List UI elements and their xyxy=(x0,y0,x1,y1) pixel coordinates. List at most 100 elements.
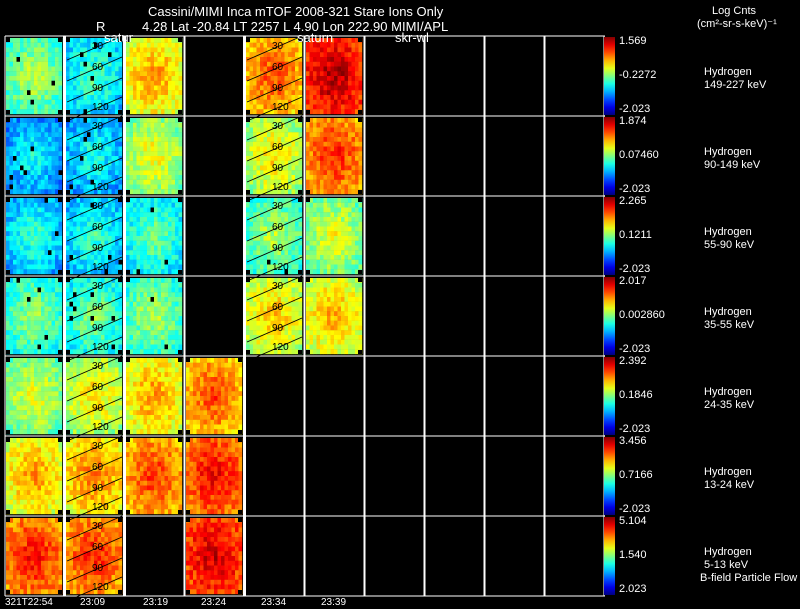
heatmap-cell xyxy=(34,175,38,180)
heatmap-cell xyxy=(267,104,271,110)
heatmap-cell xyxy=(246,226,250,232)
heatmap-cell xyxy=(30,301,35,307)
heatmap-cell xyxy=(16,66,21,72)
heatmap-cell xyxy=(6,287,10,293)
heatmap-cell xyxy=(309,118,314,123)
heatmap-cell xyxy=(30,151,35,157)
heatmap-cell xyxy=(246,127,250,133)
heatmap-cell xyxy=(16,264,21,270)
heatmap-cell xyxy=(55,99,59,105)
heatmap-cell xyxy=(37,61,42,67)
heatmap-cell xyxy=(143,306,148,312)
heatmap-cell xyxy=(313,287,317,293)
heatmap-cell xyxy=(6,320,10,326)
heatmap-cell xyxy=(44,66,49,72)
heatmap-cell xyxy=(104,132,109,138)
heatmap-cell xyxy=(157,122,162,128)
heatmap-cell xyxy=(90,236,95,241)
heatmap-cell xyxy=(133,255,137,260)
heatmap-cell xyxy=(164,132,169,138)
heatmap-cell xyxy=(34,330,38,336)
heatmap-cell xyxy=(253,141,257,147)
heatmap-cell xyxy=(306,151,310,157)
heatmap-cell xyxy=(260,344,264,350)
heatmap-cell xyxy=(274,212,278,218)
heatmap-cell xyxy=(175,255,179,260)
heatmap-cell xyxy=(337,66,342,72)
heatmap-cell xyxy=(313,127,317,133)
heatmap-cell xyxy=(143,207,148,213)
heatmap-cell xyxy=(295,85,299,91)
heatmap-cell xyxy=(295,179,299,185)
heatmap-cell xyxy=(171,146,176,152)
heatmap-cell xyxy=(104,85,109,91)
heatmap-cell xyxy=(136,132,141,138)
heatmap-cell xyxy=(34,61,38,67)
heatmap-cell xyxy=(281,236,285,241)
heatmap-cell xyxy=(260,179,264,185)
heatmap-cell xyxy=(76,202,81,208)
heatmap-cell xyxy=(298,282,303,288)
heatmap-cell xyxy=(20,245,24,251)
heatmap-cell xyxy=(30,226,35,232)
heatmap-cell xyxy=(267,99,271,105)
heatmap-cell xyxy=(337,61,342,67)
heatmap-cell xyxy=(150,226,155,232)
heatmap-cell xyxy=(143,189,148,195)
heatmap-cell xyxy=(115,160,119,166)
heatmap-cell xyxy=(76,80,81,86)
heatmap-cell xyxy=(164,184,169,190)
heatmap-cell xyxy=(316,122,321,128)
heatmap-cell xyxy=(284,297,289,302)
heatmap-cell xyxy=(51,250,56,256)
heatmap-cell xyxy=(316,137,321,142)
heatmap-cell xyxy=(348,80,352,86)
heatmap-cell xyxy=(341,175,345,180)
heatmap-cell xyxy=(48,207,52,213)
heatmap-cell xyxy=(16,344,21,350)
heatmap-cell xyxy=(143,42,148,48)
heatmap-cell xyxy=(16,151,21,157)
heatmap-cell xyxy=(288,122,292,128)
heatmap-cell xyxy=(157,306,162,312)
heatmap-cell xyxy=(140,85,144,91)
heatmap-cell xyxy=(157,85,162,91)
heatmap-cell xyxy=(298,264,303,270)
mask-corner xyxy=(6,118,10,122)
heatmap-cell xyxy=(16,95,21,100)
heatmap-cell xyxy=(168,141,172,147)
heatmap-cell xyxy=(334,132,338,138)
heatmap-cell xyxy=(104,311,109,317)
heatmap-cell xyxy=(267,76,271,81)
heatmap-cell xyxy=(157,221,162,227)
heatmap-cell xyxy=(249,212,254,218)
heatmap-cell xyxy=(44,282,49,288)
heatmap-cell xyxy=(171,330,176,336)
heatmap-cell xyxy=(80,306,84,312)
heatmap-cell xyxy=(171,221,176,227)
heatmap-cell xyxy=(256,278,261,283)
heatmap-cell xyxy=(355,160,359,166)
heatmap-cell xyxy=(27,57,31,62)
heatmap-cell xyxy=(140,137,144,142)
heatmap-cell xyxy=(157,76,162,81)
heatmap-cell xyxy=(168,127,172,133)
heatmap-cell xyxy=(48,320,52,326)
heatmap-cell xyxy=(334,137,338,142)
heatmap-cell xyxy=(320,231,324,237)
heatmap-cell xyxy=(341,122,345,128)
heatmap-cell xyxy=(126,146,130,152)
heatmap-cell xyxy=(111,132,116,138)
mask-corner xyxy=(306,190,310,194)
heatmap-cell xyxy=(73,259,77,265)
heatmap-cell xyxy=(337,202,342,208)
heatmap-cell xyxy=(108,311,112,317)
heatmap-cell xyxy=(253,90,257,96)
heatmap-cell xyxy=(327,202,331,208)
heatmap-cell xyxy=(175,292,179,298)
heatmap-cell xyxy=(140,264,144,270)
heatmap-cell xyxy=(94,212,98,218)
heatmap-cell xyxy=(9,301,14,307)
heatmap-cell xyxy=(161,76,165,81)
heatmap-cell xyxy=(316,118,321,123)
